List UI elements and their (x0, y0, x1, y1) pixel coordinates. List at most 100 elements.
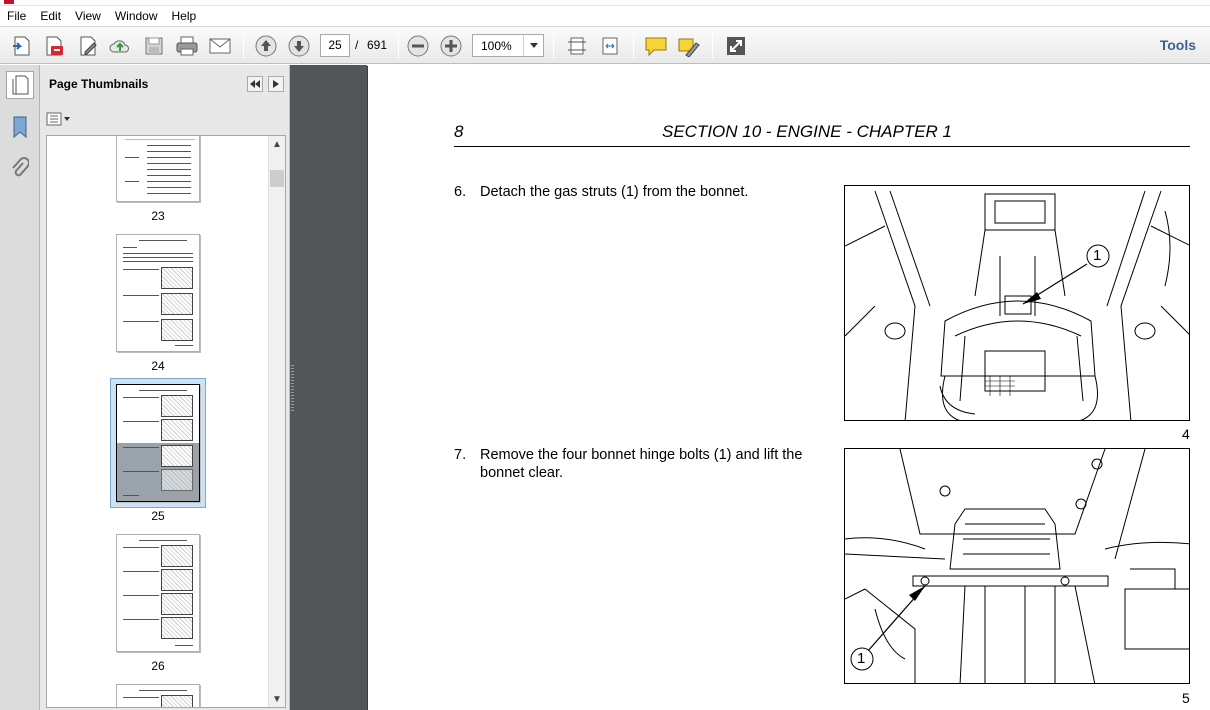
highlight-text-icon (678, 38, 700, 57)
step-text: Detach the gas struts (1) from the bonne… (480, 184, 749, 200)
menu-window[interactable]: Window (108, 6, 165, 26)
toolbar-divider (712, 34, 713, 58)
callout-label: 1 (857, 650, 866, 667)
full-screen-button[interactable] (722, 32, 750, 60)
toolbar: 25 / 691 100% Tools (0, 26, 1210, 64)
navigation-rail (0, 65, 40, 710)
bonnet-hinge-illustration (845, 449, 1189, 683)
upload-button[interactable] (106, 32, 134, 60)
full-screen-icon (727, 37, 745, 55)
scroll-down-icon[interactable]: ▼ (269, 691, 285, 707)
document-background (290, 65, 367, 710)
tools-link[interactable]: Tools (1160, 37, 1196, 53)
chevron-right-icon (273, 80, 279, 88)
figure-gas-struts: 1 (844, 185, 1190, 421)
zoom-out-icon (407, 35, 429, 57)
export-pdf-icon (46, 36, 63, 56)
fit-width-button[interactable] (596, 32, 624, 60)
scrollbar-thumb[interactable] (270, 170, 284, 187)
create-pdf-button[interactable] (8, 32, 36, 60)
thumbnail-label: 25 (151, 509, 165, 523)
export-pdf-button[interactable] (40, 32, 68, 60)
attachments-tab[interactable] (6, 155, 34, 183)
panel-title: Page Thumbnails (49, 77, 149, 91)
thumbnail-page[interactable] (116, 234, 200, 352)
next-page-button[interactable] (285, 32, 313, 60)
collapse-panel-button[interactable] (247, 76, 263, 92)
chevron-down-icon[interactable] (523, 35, 543, 56)
bookmarks-tab[interactable] (6, 113, 34, 141)
expand-panel-button[interactable] (268, 76, 284, 92)
options-menu-icon (46, 112, 70, 126)
zoom-in-icon (440, 35, 462, 57)
page-down-icon (288, 35, 310, 57)
callout-label: 1 (1093, 247, 1102, 264)
zoom-select[interactable]: 100% (472, 34, 544, 57)
cloud-upload-icon (109, 40, 129, 53)
email-button[interactable] (206, 32, 234, 60)
toolbar-divider (243, 34, 244, 58)
thumbnail-label: 26 (151, 659, 165, 673)
page-separator: / (355, 38, 359, 52)
fit-page-icon (568, 37, 586, 55)
pdf-viewer-window: File Edit View Window Help 25 / 691 100%… (0, 0, 1210, 710)
app-icon (4, 0, 14, 4)
step-number: 7. (454, 447, 467, 463)
edit-pdf-button[interactable] (74, 32, 102, 60)
step-number: 6. (454, 184, 467, 200)
fit-width-icon (602, 37, 618, 55)
zoom-out-button[interactable] (404, 32, 432, 60)
bookmark-icon (13, 116, 27, 139)
thumbnail-options-button[interactable] (46, 110, 74, 128)
fit-page-button[interactable] (563, 32, 591, 60)
figure-hinge-bolts: 1 (844, 448, 1190, 684)
highlight-button[interactable] (675, 32, 703, 60)
thumbnail-page-current[interactable] (116, 384, 200, 502)
toolbar-divider (633, 34, 634, 58)
zoom-in-button[interactable] (437, 32, 465, 60)
paperclip-icon (12, 157, 29, 177)
page-number-input[interactable]: 25 (320, 34, 350, 57)
create-pdf-icon (13, 36, 30, 56)
thumbnail-list[interactable]: 23 24 25 26 ▲ ▼ (46, 135, 286, 708)
print-button[interactable] (173, 32, 201, 60)
thumbnail-page[interactable] (116, 136, 200, 202)
sticky-note-icon (645, 37, 667, 57)
pages-icon (12, 75, 29, 95)
previous-page-button[interactable] (252, 32, 280, 60)
thumbnail-label: 24 (151, 359, 165, 373)
page-count: 691 (367, 38, 388, 52)
document-page: 8 SECTION 10 - ENGINE - CHAPTER 1 6. Det… (367, 66, 1210, 710)
figure-number: 4 (1182, 426, 1190, 442)
edit-pdf-icon (80, 36, 97, 56)
toolbar-divider (398, 34, 399, 58)
menu-bar: File Edit View Window Help (0, 6, 1210, 26)
toolbar-divider (553, 34, 554, 58)
figure-number: 5 (1182, 690, 1190, 706)
section-heading: SECTION 10 - ENGINE - CHAPTER 1 (662, 122, 952, 141)
page-number: 8 (454, 122, 464, 141)
engine-bay-illustration (845, 190, 1189, 420)
scroll-up-icon[interactable]: ▲ (269, 136, 285, 152)
thumbnail-page[interactable] (116, 534, 200, 652)
zoom-value: 100% (481, 39, 512, 53)
email-icon (209, 38, 231, 54)
double-chevron-left-icon (250, 80, 260, 88)
menu-help[interactable]: Help (165, 6, 204, 26)
comment-button[interactable] (642, 32, 670, 60)
panel-resize-handle[interactable] (291, 365, 294, 411)
save-button[interactable] (140, 32, 168, 60)
page-thumbnails-panel: Page Thumbnails 23 24 25 26 ▲ ▼ (40, 65, 290, 710)
thumbnail-page[interactable] (116, 684, 200, 707)
menu-file[interactable]: File (0, 6, 33, 26)
menu-view[interactable]: View (68, 6, 108, 26)
menu-edit[interactable]: Edit (33, 6, 68, 26)
thumbnail-label: 23 (151, 209, 165, 223)
page-thumbnails-tab[interactable] (6, 71, 34, 99)
header-rule (454, 146, 1190, 147)
step-text: Remove the four bonnet hinge bolts (1) a… (480, 447, 803, 481)
print-icon (176, 36, 198, 56)
thumbnail-scrollbar[interactable]: ▲ ▼ (268, 136, 285, 707)
page-up-icon (255, 35, 277, 57)
save-icon (145, 37, 163, 55)
